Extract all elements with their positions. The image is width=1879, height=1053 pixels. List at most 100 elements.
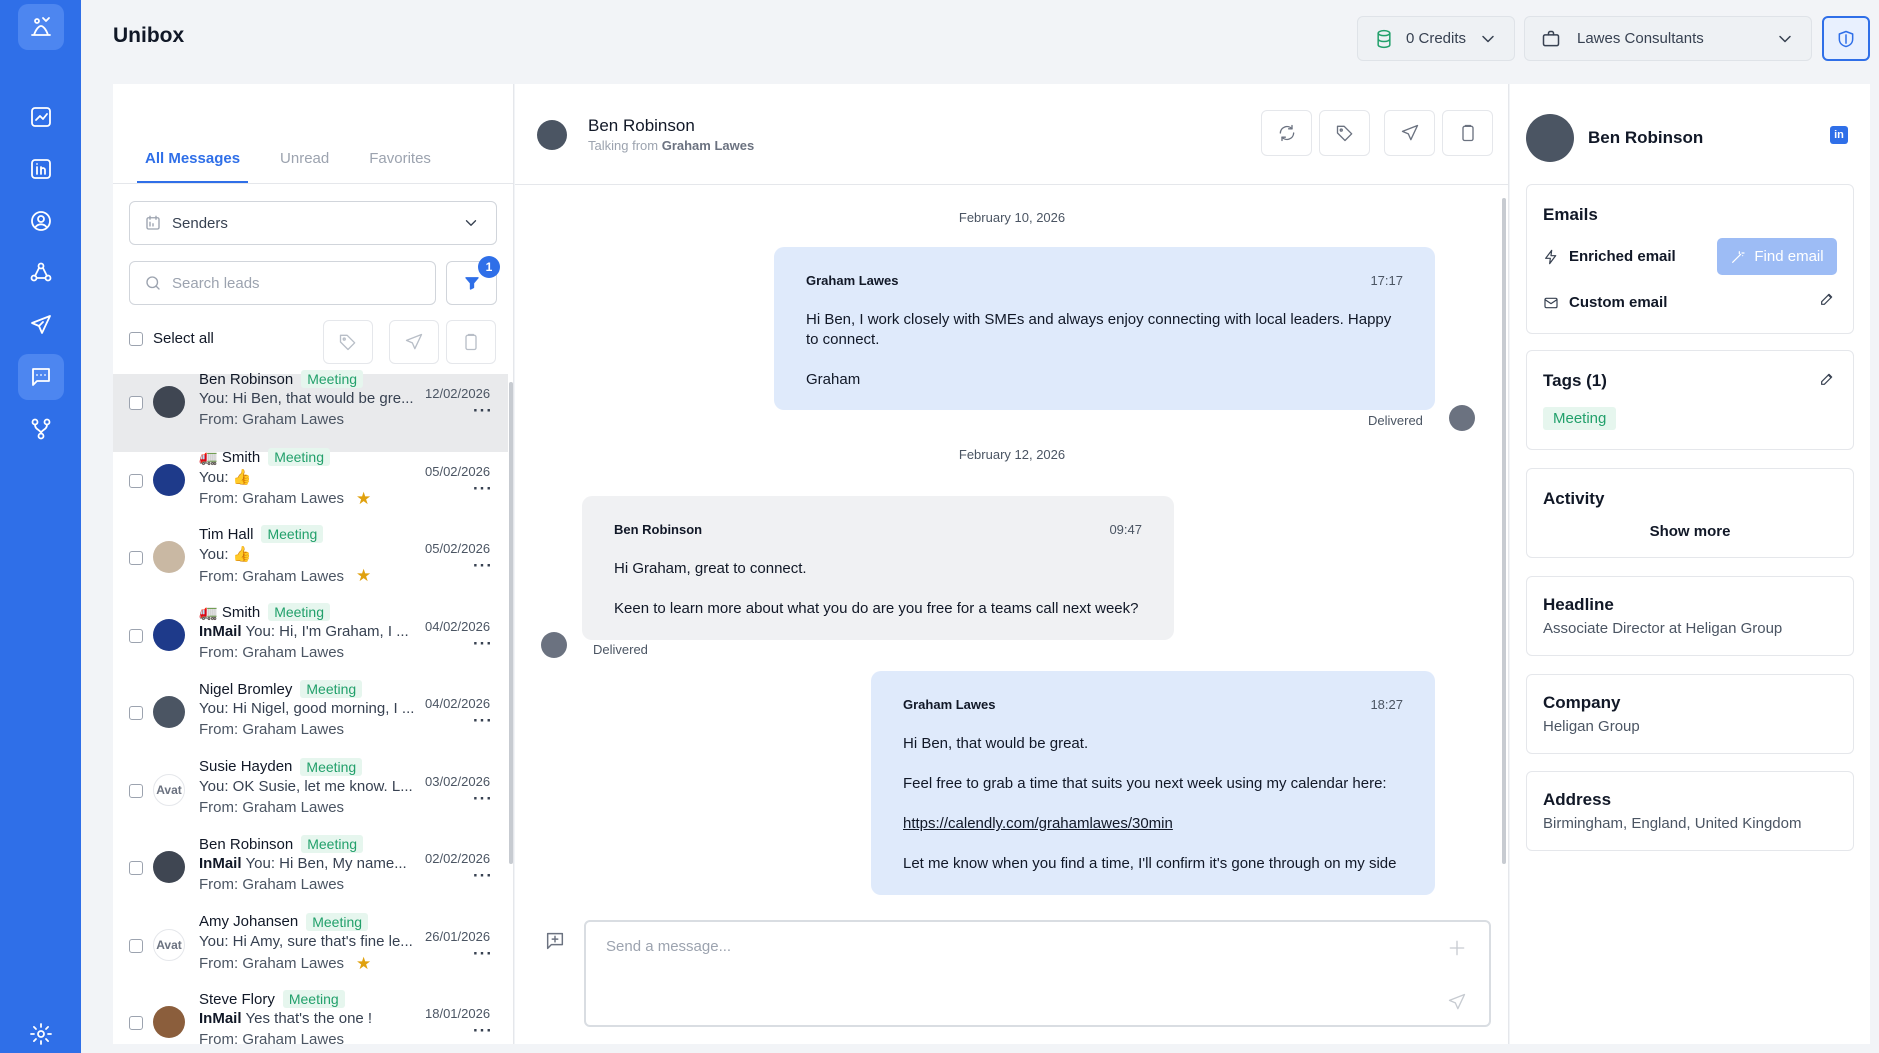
row-checkbox[interactable] [129, 1016, 143, 1030]
tab-unread[interactable]: Unread [272, 150, 337, 183]
row-checkbox[interactable] [129, 628, 143, 643]
from-label: From: Graham Lawes [199, 798, 345, 816]
delivery-status: Delivered [1368, 413, 1423, 428]
edit-tags-button[interactable] [1819, 371, 1837, 389]
message-sender: Ben Robinson [614, 522, 703, 537]
conversation-list: Ben Robinson Meeting You: Hi Ben, that wou… [113, 370, 508, 1044]
chevron-down-icon [1779, 35, 1791, 42]
contact-name: 🚛 Smith [199, 603, 261, 621]
more-options-icon[interactable]: ··· [473, 789, 493, 809]
send-icon [1401, 124, 1418, 141]
inmail-label: InMail [199, 855, 242, 872]
bulk-send-button[interactable] [389, 320, 439, 364]
sync-button[interactable] [1261, 110, 1312, 156]
avatar [1526, 114, 1574, 162]
linkedin-icon[interactable] [18, 146, 64, 192]
select-all-checkbox[interactable] [129, 331, 143, 346]
message-composer[interactable]: Send a message... [584, 920, 1491, 1027]
avatar [153, 851, 185, 883]
activity-card: Activity Show more [1526, 468, 1854, 558]
tag-badge: Meeting [306, 912, 369, 931]
edit-custom-email-button[interactable] [1819, 291, 1837, 309]
search-input[interactable]: Search leads [129, 261, 436, 305]
row-checkbox[interactable] [129, 938, 143, 953]
send-campaign-button[interactable] [1384, 110, 1435, 156]
scrollbar[interactable] [1502, 198, 1506, 864]
tab-all-messages[interactable]: All Messages [137, 150, 249, 183]
contact-name: 🚛 Smith [199, 448, 261, 466]
list-item[interactable]: Nigel Bromley Meeting You: Hi Nigel, good … [113, 680, 508, 762]
credits-dropdown[interactable]: 0 Credits [1357, 16, 1515, 61]
message-text: Hi Ben, I work closely with SMEs and alw… [806, 310, 1392, 348]
find-email-button[interactable]: Find email [1717, 238, 1837, 275]
star-icon[interactable]: ★ [356, 954, 371, 974]
conversation-date: 04/02/2026 [425, 618, 491, 634]
analytics-icon[interactable] [18, 94, 64, 140]
tags-title: Tags (1) [1543, 371, 1607, 390]
linkedin-icon[interactable]: in [1830, 126, 1848, 144]
plus-icon[interactable] [1447, 938, 1467, 958]
more-options-icon[interactable]: ··· [473, 866, 493, 886]
conversation-name: Tim Hall Meeting [199, 525, 324, 543]
select-all[interactable]: Select all [129, 330, 214, 347]
more-options-icon[interactable]: ··· [473, 1021, 493, 1041]
list-item[interactable]: 🚛 Smith Meeting You: 👍 From: Graham Lawes ★ 0… [113, 447, 508, 530]
row-checkbox[interactable] [129, 473, 143, 488]
clipboard-button[interactable] [1442, 110, 1493, 156]
message-outgoing: Graham Lawes 18:27 Hi Ben, that would be … [871, 671, 1435, 895]
company-title: Company [1543, 693, 1621, 712]
list-item[interactable]: Avat Amy Johansen Meeting You: Hi Amy, sure… [113, 912, 508, 995]
star-icon[interactable]: ★ [356, 566, 371, 586]
conversation-name: Amy Johansen Meeting [199, 912, 369, 931]
more-options-icon[interactable]: ··· [473, 944, 493, 964]
clipboard-icon [1461, 124, 1474, 142]
more-options-icon[interactable]: ··· [473, 711, 493, 731]
from-label: From: Graham Lawes [199, 490, 345, 507]
row-checkbox[interactable] [129, 783, 143, 798]
chevron-down-icon [465, 220, 477, 226]
calendly-link[interactable]: https://calendly.com/grahamlawes/30min [903, 815, 1173, 832]
list-item[interactable]: Steve Flory Meeting InMail Yes that's the o… [113, 990, 508, 1044]
list-item[interactable]: Ben Robinson Meeting You: Hi Ben, that wou… [113, 370, 508, 452]
conversation-date: 05/02/2026 [425, 541, 491, 556]
list-item[interactable]: Avat Susie Hayden Meeting You: OK Susie, le… [113, 757, 508, 840]
tab-favorites[interactable]: Favorites [361, 150, 439, 183]
star-icon[interactable]: ★ [356, 489, 371, 509]
more-options-icon[interactable]: ··· [473, 556, 493, 576]
more-options-icon[interactable]: ··· [473, 479, 493, 499]
workflows-icon[interactable] [18, 406, 64, 452]
send-icon[interactable] [1447, 992, 1467, 1012]
list-item[interactable]: Tim Hall Meeting You: 👍 From: Graham Lawes ★… [113, 525, 508, 607]
settings-icon[interactable] [18, 1011, 64, 1053]
security-button[interactable] [1822, 16, 1870, 61]
organization-dropdown[interactable]: Lawes Consultants [1524, 16, 1812, 61]
show-more-button[interactable]: Show more [1527, 523, 1853, 540]
row-checkbox[interactable] [129, 396, 143, 410]
conversation-name: Steve Flory Meeting [199, 990, 345, 1008]
from-label: From: Graham Lawes [199, 876, 345, 893]
conversation-date: 18/01/2026 [425, 1006, 491, 1021]
bulk-tag-button[interactable] [323, 320, 373, 364]
tag-button[interactable] [1319, 110, 1370, 156]
conversation-name: Susie Hayden Meeting [199, 757, 363, 776]
filter-button[interactable]: 1 [446, 256, 500, 305]
unibox-icon[interactable] [18, 354, 64, 400]
contacts-icon[interactable] [18, 198, 64, 244]
campaigns-icon[interactable] [18, 302, 64, 348]
row-checkbox[interactable] [129, 551, 143, 565]
scrollbar[interactable] [509, 382, 513, 864]
app-logo-icon[interactable] [18, 4, 64, 50]
more-options-icon[interactable]: ··· [473, 634, 493, 654]
row-checkbox[interactable] [129, 706, 143, 720]
network-icon[interactable] [18, 250, 64, 296]
tag-badge: Meeting [1543, 407, 1617, 430]
list-item[interactable]: Ben Robinson Meeting InMail You: Hi Ben, My… [113, 835, 508, 917]
message-template-button[interactable] [544, 930, 566, 952]
tag-badge: Meeting [282, 990, 345, 1008]
bulk-clipboard-button[interactable] [446, 320, 496, 364]
more-options-icon[interactable]: ··· [473, 401, 493, 421]
avatar [153, 463, 185, 496]
row-checkbox[interactable] [129, 861, 143, 875]
list-item[interactable]: 🚛 Smith Meeting InMail You: Hi, I'm Graham,… [113, 602, 508, 685]
senders-dropdown[interactable]: Senders [129, 201, 497, 245]
